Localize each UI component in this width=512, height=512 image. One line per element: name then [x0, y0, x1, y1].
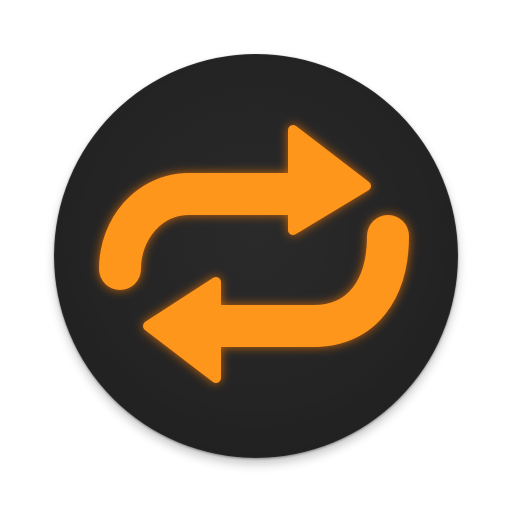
lower-arrow-shaft: [195, 215, 409, 347]
upper-arrow-head: [288, 125, 371, 235]
icon-stage: [0, 0, 512, 512]
repeat-icon: [99, 125, 409, 383]
upper-arrow-shaft: [99, 173, 311, 290]
repeat-button[interactable]: [54, 54, 458, 458]
lower-arrow-head: [143, 277, 221, 383]
